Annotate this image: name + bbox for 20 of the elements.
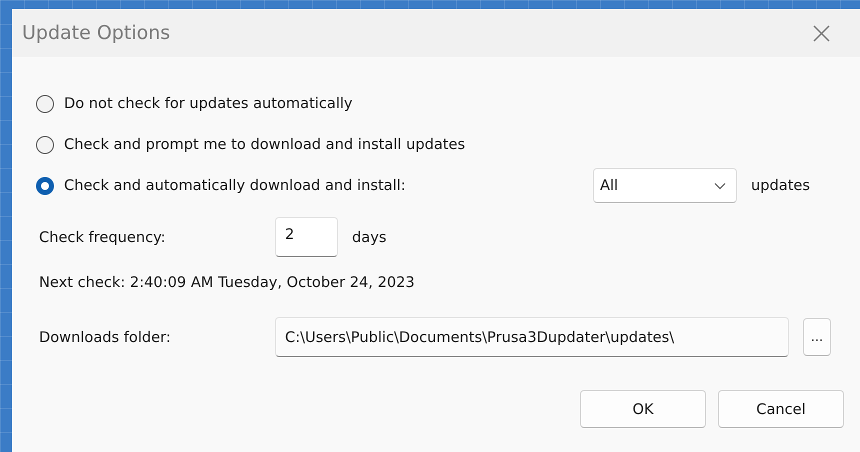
next-check-text: Next check: 2:40:09 AM Tuesday, October 24, 2023 [39, 274, 416, 291]
input-field[interactable]: C:\Users\Public\Documents\Prusa3Dupdater\updates\ [275, 317, 789, 357]
dropdown[interactable]: All [592, 168, 737, 203]
radio-label[interactable]: Check and automatically download and install: [64, 177, 406, 194]
radio-button[interactable] [36, 94, 54, 112]
cancel-button[interactable]: Cancel [718, 390, 844, 428]
close-icon[interactable] [813, 24, 830, 42]
radio-label[interactable]: Check and prompt me to download and install updates [64, 136, 466, 153]
radio-button[interactable] [36, 136, 54, 154]
radio-label[interactable]: Do not check for updates automatically [64, 95, 353, 112]
suffix-label: updates [750, 177, 810, 194]
browse-button[interactable]: ... [803, 318, 831, 356]
chevron-icon [714, 182, 726, 190]
radio-button[interactable] [36, 176, 54, 194]
window-title: Update Options [22, 22, 172, 44]
field-label: Downloads folder: [39, 328, 172, 346]
ok-button[interactable]: OK [580, 390, 706, 428]
unit-label: days [352, 228, 386, 246]
field-label: Check frequency: [39, 228, 167, 246]
input-field[interactable]: 2 [275, 217, 338, 257]
